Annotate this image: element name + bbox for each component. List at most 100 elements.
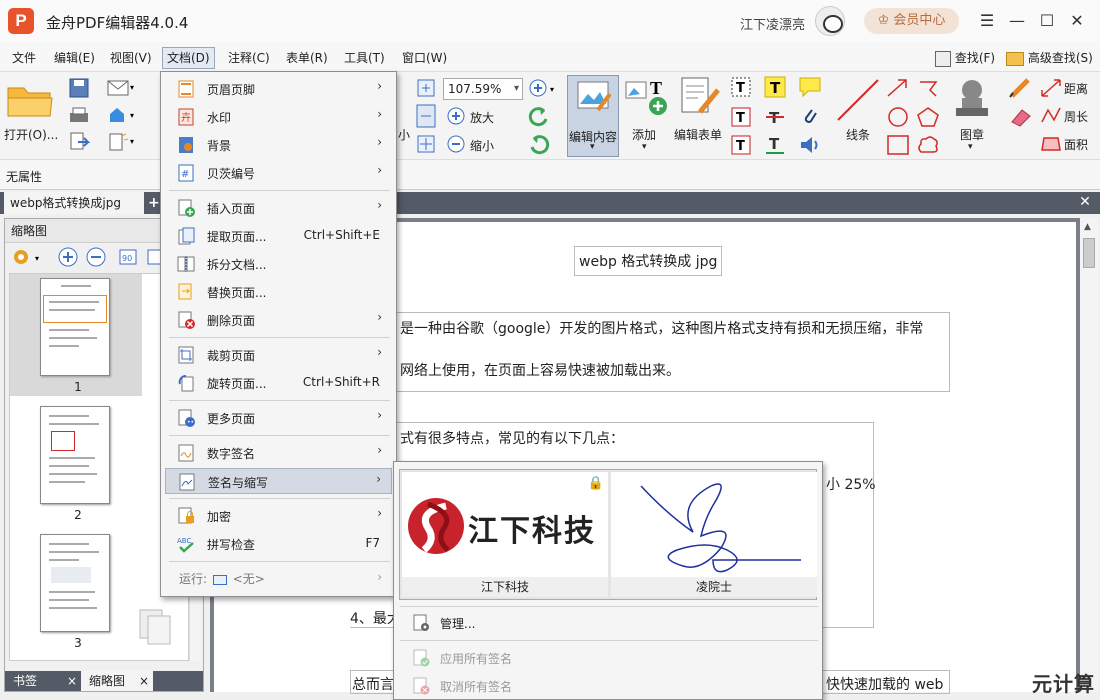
menu-encrypt[interactable]: 加密 › <box>165 503 392 529</box>
zoom-level-select[interactable]: 107.59% <box>443 78 523 100</box>
area-button[interactable]: 面积 <box>1064 136 1088 153</box>
open-button[interactable]: 打开(O)... <box>4 126 58 143</box>
rotate-thumbnail-icon[interactable]: 90 <box>117 246 141 268</box>
ellipse-icon[interactable] <box>886 106 910 128</box>
add-button[interactable]: 添加 <box>632 126 656 143</box>
polygon-line-icon[interactable] <box>916 78 940 98</box>
menu-tools[interactable]: 工具(T) <box>340 47 389 69</box>
distance-icon[interactable] <box>1040 78 1062 98</box>
thumbnail-page-1[interactable] <box>40 278 110 376</box>
pentagon-icon[interactable] <box>916 106 940 128</box>
signature-card-company[interactable]: 江下科技 🔒 江下科技 <box>402 472 608 597</box>
edit-content-button[interactable]: 编辑内容 ▾ <box>567 75 619 157</box>
run-action-row[interactable]: 运行: <无> <box>179 570 265 587</box>
add-dropdown-icon[interactable]: ▾ <box>642 142 647 152</box>
thumbnail-zoom-in-icon[interactable] <box>57 246 79 268</box>
menu-background[interactable]: 背景 › <box>165 132 392 158</box>
menu-document[interactable]: 文档(D) <box>162 47 215 69</box>
line-button[interactable]: 线条 <box>846 126 870 143</box>
distance-button[interactable]: 距离 <box>1064 80 1088 97</box>
menu-split-document[interactable]: 拆分文档... <box>165 251 392 277</box>
email-icon[interactable]: ▾ <box>106 78 136 98</box>
print-icon[interactable] <box>68 106 90 126</box>
maximize-icon[interactable]: ☐ <box>1034 8 1060 34</box>
close-icon[interactable]: ✕ <box>1064 8 1090 34</box>
close-document-icon[interactable]: ✕ <box>1076 193 1094 211</box>
menu-insert-page[interactable]: 插入页面 › <box>165 195 392 221</box>
export-icon[interactable] <box>68 132 91 152</box>
close-icon[interactable]: × <box>139 671 149 691</box>
menu-delete-pages[interactable]: 删除页面 › <box>165 307 392 333</box>
perimeter-icon[interactable] <box>1040 106 1062 126</box>
new-document-icon[interactable]: ▾ <box>106 132 136 152</box>
cloud-shape-icon[interactable] <box>916 134 940 156</box>
stamp-button[interactable]: 图章 <box>960 126 984 143</box>
attachment-icon[interactable] <box>800 106 820 128</box>
menu-file[interactable]: 文件 <box>8 47 40 69</box>
menu-replace-pages[interactable]: 替换页面... <box>165 279 392 305</box>
pencil-icon[interactable] <box>1008 76 1034 98</box>
menu-watermark[interactable]: 卉 水印 › <box>165 104 392 130</box>
stamp-icon[interactable] <box>950 76 994 120</box>
menu-more-pages[interactable]: ••• 更多页面› <box>165 405 392 431</box>
advanced-search-button[interactable]: 高级查找(S) <box>1006 47 1093 69</box>
minimize-icon[interactable]: — <box>1004 8 1030 34</box>
open-folder-icon[interactable] <box>6 80 54 118</box>
document-title[interactable]: webp 格式转换成 jpg <box>574 246 723 276</box>
eraser-icon[interactable] <box>1008 106 1034 128</box>
rotate-right-icon[interactable] <box>528 134 550 156</box>
fit-page-icon[interactable] <box>416 78 436 98</box>
zoom-out-icon[interactable] <box>446 134 466 154</box>
scroll-up-icon[interactable]: ▲ <box>1084 222 1091 232</box>
save-icon[interactable] <box>68 78 90 98</box>
edit-form-icon[interactable] <box>678 76 722 118</box>
rotate-left-icon[interactable] <box>528 106 550 128</box>
text-field-icon[interactable]: T <box>730 76 754 98</box>
menu-digital-signature[interactable]: 数字签名 › <box>165 440 392 466</box>
underline-text-icon[interactable]: T <box>764 134 786 156</box>
avatar[interactable] <box>815 6 845 36</box>
menu-spell-check[interactable]: ABC 拼写检查 F7 <box>165 531 392 557</box>
edit-form-button[interactable]: 编辑表单 <box>674 126 722 143</box>
highlight-text-icon[interactable]: T <box>764 76 786 98</box>
menu-view[interactable]: 视图(V) <box>106 47 156 69</box>
thumbnail-settings-icon[interactable]: ▾ <box>11 246 45 268</box>
add-object-icon[interactable]: T <box>624 76 668 116</box>
tab-thumbnails[interactable]: 缩略图 × <box>81 671 153 691</box>
strikeout-text-icon[interactable]: T <box>764 106 786 128</box>
fit-width-icon[interactable] <box>416 104 436 128</box>
sound-icon[interactable] <box>798 134 822 156</box>
thumbnail-page-2[interactable] <box>40 406 110 504</box>
stamp-dropdown-icon[interactable]: ▾ <box>968 142 973 152</box>
zoom-in-button[interactable]: 放大 <box>470 109 494 126</box>
menu-sign-and-initial[interactable]: 签名与缩写 › <box>165 468 392 494</box>
zoom-in-dropdown-icon[interactable]: ▾ <box>528 78 558 98</box>
thumbnail-zoom-out-icon[interactable] <box>85 246 107 268</box>
menu-edit[interactable]: 编辑(E) <box>50 47 99 69</box>
signature-card-handwritten[interactable]: 凌院士 <box>611 472 817 597</box>
menu-form[interactable]: 表单(R) <box>282 47 332 69</box>
menu-annotation[interactable]: 注释(C) <box>224 47 274 69</box>
tab-document[interactable]: webp格式转换成jpg <box>4 192 144 214</box>
callout-text-icon[interactable]: T <box>730 134 754 156</box>
user-name[interactable]: 江下凌漂亮 <box>740 14 805 33</box>
menu-header-footer[interactable]: 页眉页脚 › <box>165 76 392 102</box>
menu-bates-numbering[interactable]: # 贝茨编号 › <box>165 160 392 186</box>
search-button[interactable]: 查找(F) <box>935 47 995 69</box>
menu-rotate-pages[interactable]: 旋转页面... Ctrl+Shift+R <box>165 370 392 396</box>
menu-extract-pages[interactable]: 提取页面... Ctrl+Shift+E <box>165 223 392 249</box>
text-box-icon[interactable]: T <box>730 106 754 128</box>
rectangle-icon[interactable] <box>886 134 910 156</box>
line-icon[interactable] <box>834 78 882 122</box>
menu-window[interactable]: 窗口(W) <box>398 47 451 69</box>
area-icon[interactable] <box>1040 134 1062 154</box>
zoom-out-button[interactable]: 缩小 <box>470 137 494 154</box>
document-scrollbar[interactable]: ▲ <box>1080 218 1098 692</box>
note-icon[interactable] <box>798 76 822 98</box>
menu-crop-pages[interactable]: 裁剪页面 › <box>165 342 392 368</box>
arrow-icon[interactable] <box>886 78 910 98</box>
tab-bookmarks[interactable]: 书签 × <box>5 671 81 691</box>
scroll-thumb[interactable] <box>1083 238 1095 268</box>
hamburger-menu-icon[interactable]: ☰ <box>974 8 1000 34</box>
close-icon[interactable]: × <box>67 671 77 691</box>
